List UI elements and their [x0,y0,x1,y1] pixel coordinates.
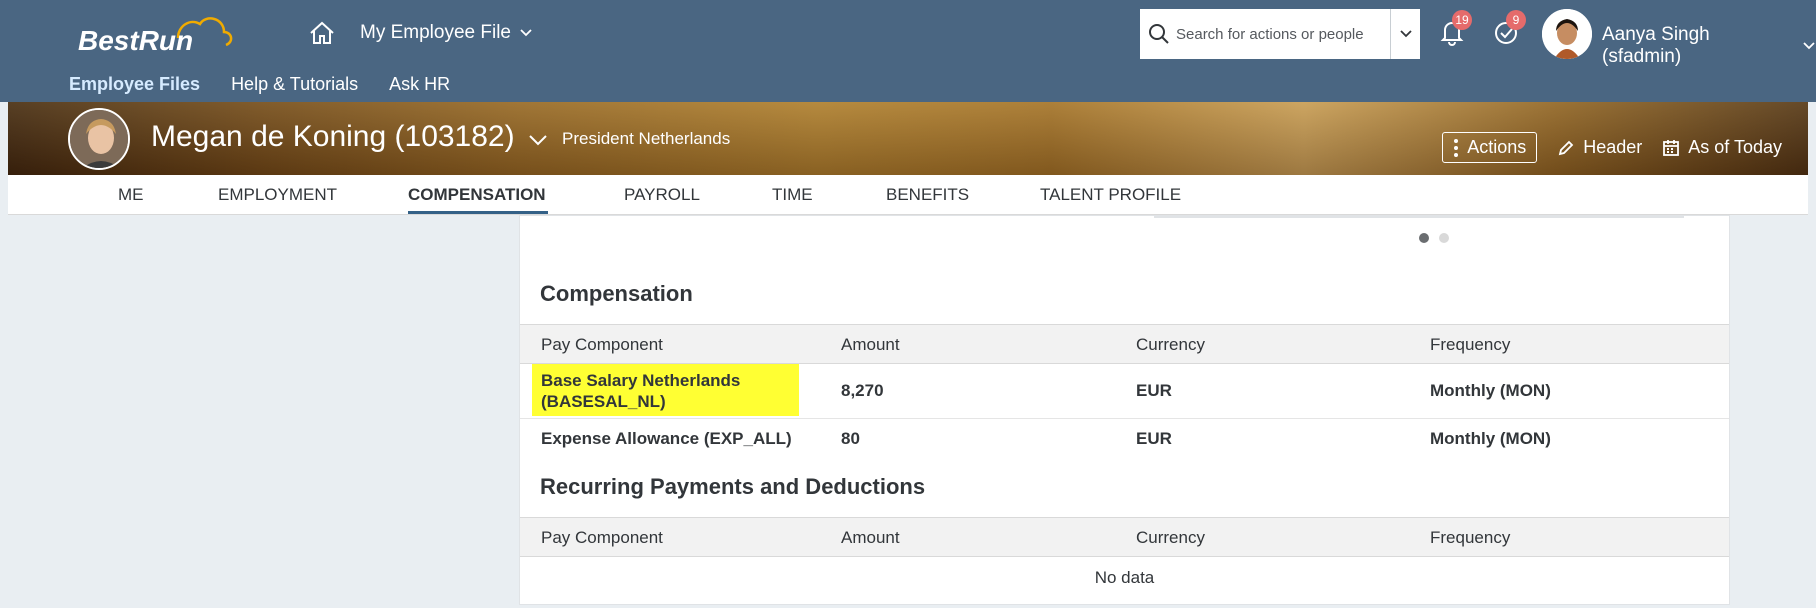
header-actions: Actions Header As of Today [1442,132,1782,163]
table-row[interactable]: Expense Allowance (EXP_ALL) 80 EUR Month… [520,419,1729,459]
shell-bar: BestRun My Employee File 19 9 Aanya Sing… [0,0,1816,102]
search-icon[interactable] [1148,23,1170,45]
logo-text: BestRun [78,25,193,56]
bestrun-logo[interactable]: BestRun [78,12,238,60]
search-input[interactable] [1176,25,1386,43]
tab-time[interactable]: TIME [772,185,813,205]
chevron-down-icon [1399,30,1412,38]
my-employee-file-menu[interactable]: My Employee File [360,22,533,44]
employee-photo [68,108,130,170]
pay-component-name: Base Salary Netherlands [541,371,741,390]
as-of-today-label: As of Today [1688,137,1782,157]
home-icon[interactable] [308,20,336,46]
tab-me[interactable]: ME [118,185,144,205]
actions-button[interactable]: Actions [1442,132,1538,163]
active-tab-indicator [408,211,548,214]
column-amount: Amount [841,335,900,354]
tab-talent-profile[interactable]: TALENT PROFILE [1040,185,1181,205]
tasks-badge: 9 [1506,10,1526,30]
nav-title: My Employee File [360,22,511,43]
more-vertical-icon [1454,138,1459,157]
column-pay-component: Pay Component [541,528,663,547]
recurring-table-header: Pay Component Amount Currency Frequency [520,517,1729,557]
subnav-employee-files[interactable]: Employee Files [69,74,200,95]
column-currency: Currency [1136,528,1205,547]
pencil-icon [1558,140,1574,155]
no-data-text: No data [1094,568,1155,587]
user-menu[interactable]: Aanya Singh (sfadmin) [1602,24,1816,68]
subnav-ask-hr[interactable]: Ask HR [389,74,450,95]
pay-component-code: (BASESAL_NL) [541,392,666,411]
tab-compensation[interactable]: COMPENSATION [408,185,546,205]
actions-label: Actions [1467,137,1527,157]
chevron-down-icon[interactable] [528,133,548,147]
as-of-today-button[interactable]: As of Today [1662,137,1782,158]
frequency-value: Monthly (MON) [1430,381,1551,400]
carousel-dot[interactable] [1439,233,1449,243]
column-frequency: Frequency [1430,528,1511,547]
notifications-badge: 19 [1452,10,1472,30]
calendar-icon [1663,139,1680,156]
employee-position: President Netherlands [562,129,731,148]
search-dropdown-button[interactable] [1390,9,1420,59]
notifications-button[interactable]: 19 [1436,10,1472,48]
chevron-down-icon [520,29,532,37]
pay-component-name: Expense Allowance (EXP_ALL) [541,429,792,448]
tab-benefits[interactable]: BENEFITS [886,185,969,205]
frequency-value: Monthly (MON) [1430,429,1551,448]
tab-payroll[interactable]: PAYROLL [624,185,700,205]
header-button[interactable]: Header [1557,137,1642,158]
column-amount: Amount [841,528,900,547]
compensation-table-header: Pay Component Amount Currency Frequency [520,324,1729,364]
currency-value: EUR [1136,381,1172,400]
recurring-payments-title: Recurring Payments and Deductions [540,474,926,499]
carousel-divider [1154,215,1684,218]
amount-value: 8,270 [841,381,884,400]
carousel-dot-active[interactable] [1419,233,1429,243]
table-row[interactable]: Base Salary Netherlands (BASESAL_NL) 8,2… [520,364,1729,419]
subnav-help-tutorials[interactable]: Help & Tutorials [231,74,358,95]
search-box [1140,9,1420,59]
user-name: Aanya Singh (sfadmin) [1602,24,1710,67]
section-tabs: ME EMPLOYMENT COMPENSATION PAYROLL TIME … [8,175,1808,215]
column-frequency: Frequency [1430,335,1511,354]
user-avatar[interactable] [1542,9,1592,59]
employee-name: Megan de Koning (103182) [151,120,515,153]
employee-header: Megan de Koning (103182) President Nethe… [8,102,1808,175]
tab-employment[interactable]: EMPLOYMENT [218,185,337,205]
chevron-down-icon [1803,42,1815,50]
column-currency: Currency [1136,335,1205,354]
header-label: Header [1583,137,1643,157]
column-pay-component: Pay Component [541,335,663,354]
currency-value: EUR [1136,429,1172,448]
amount-value: 80 [841,429,860,448]
sub-navigation: Employee Files Help & Tutorials Ask HR [0,74,450,95]
tasks-button[interactable]: 9 [1490,10,1526,48]
compensation-title: Compensation [540,281,693,306]
